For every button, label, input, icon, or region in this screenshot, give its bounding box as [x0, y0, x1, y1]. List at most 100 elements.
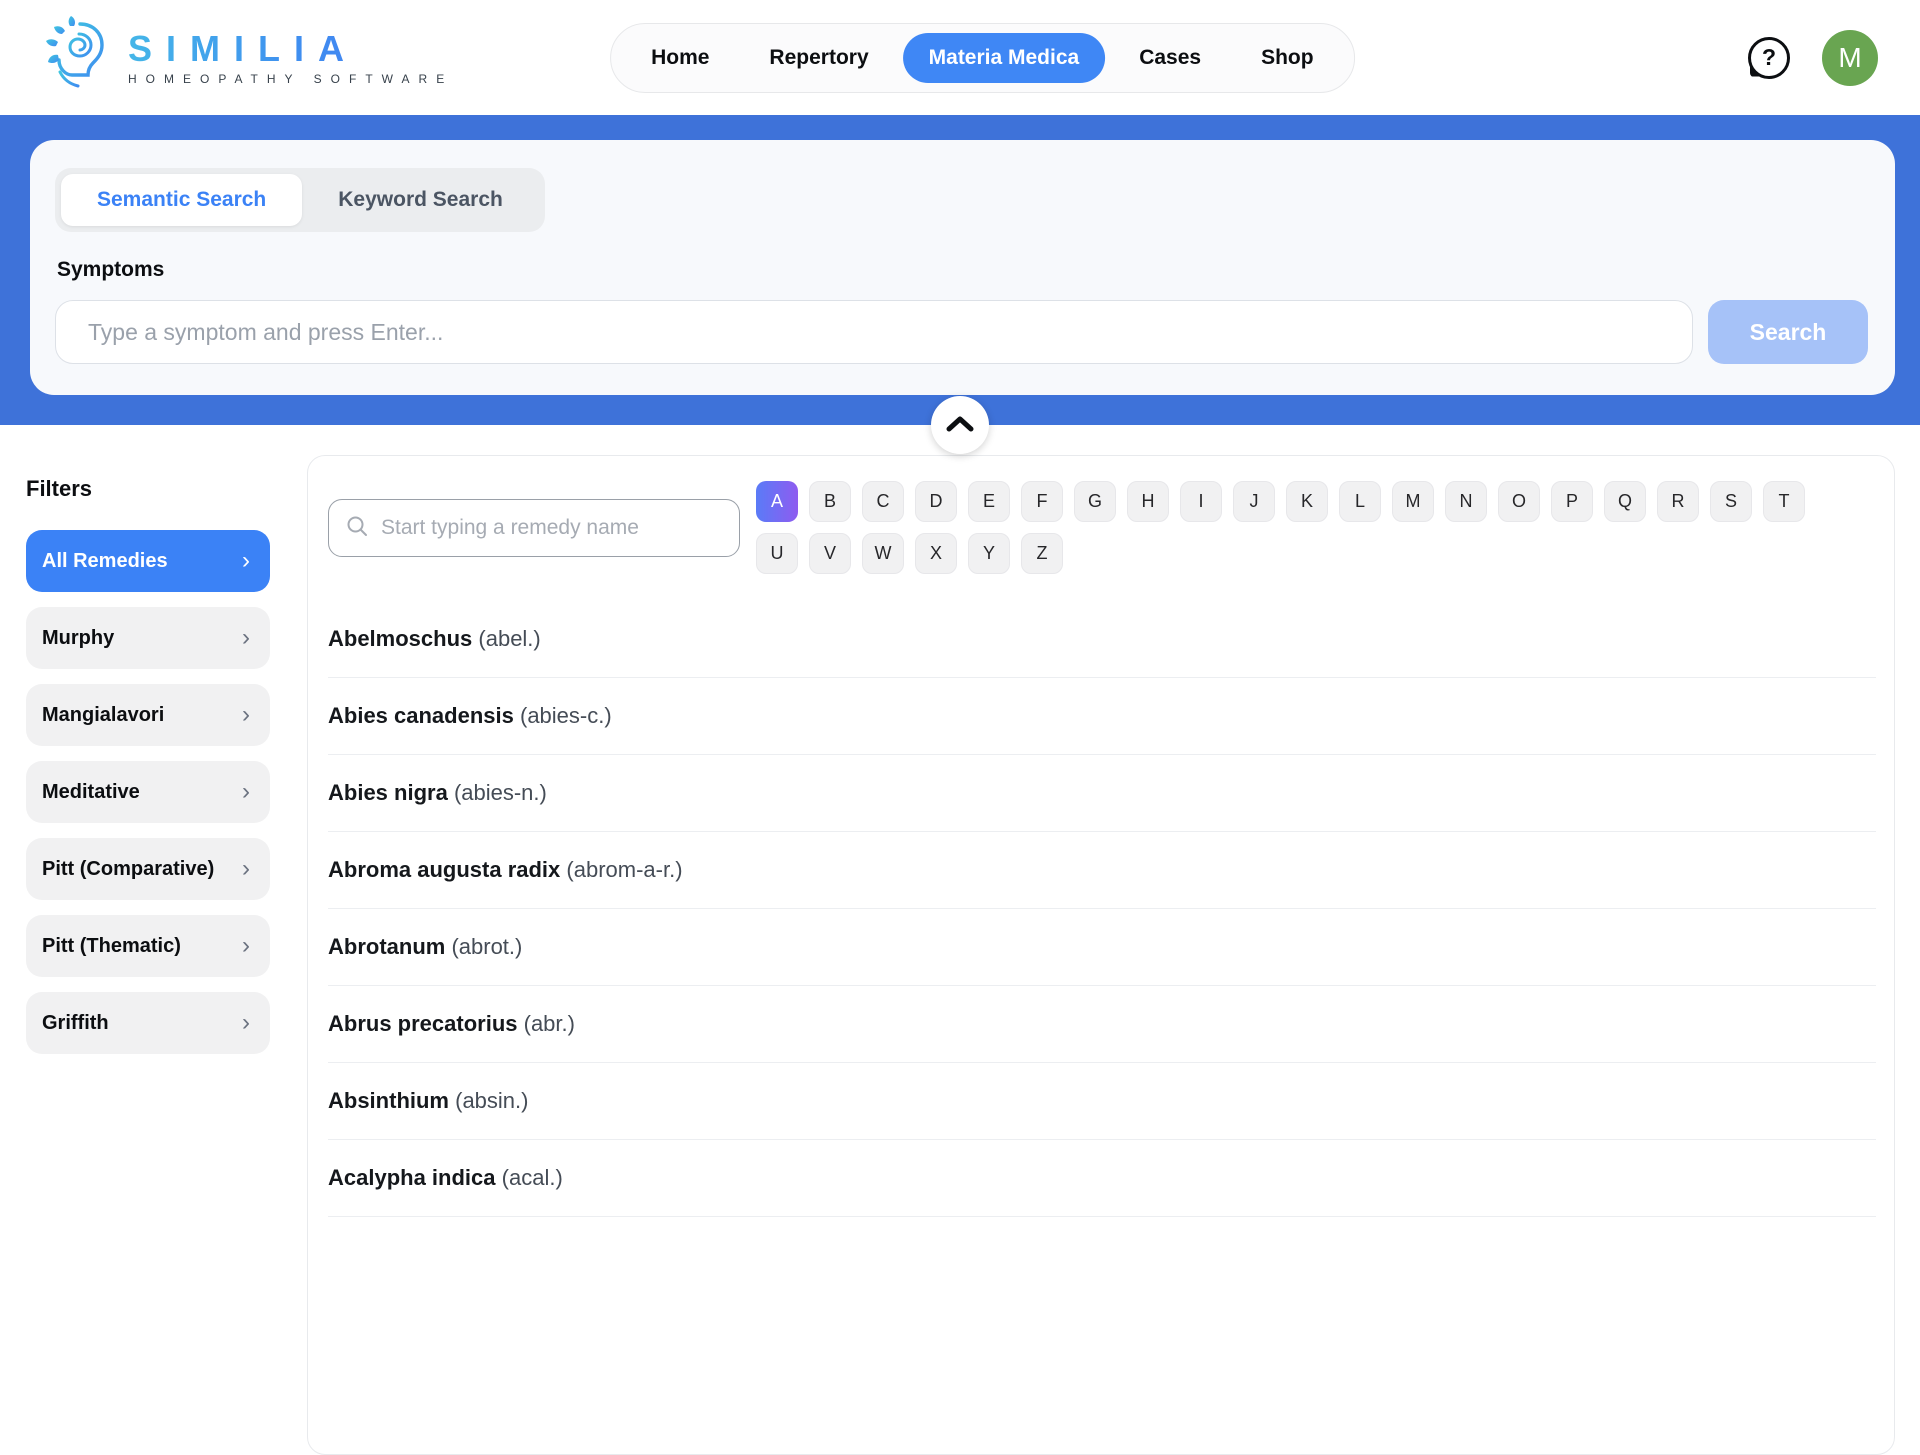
letter-button-l[interactable]: L: [1339, 481, 1381, 522]
letter-button-w[interactable]: W: [862, 533, 904, 574]
chevron-up-icon: [945, 415, 975, 436]
symptom-input[interactable]: [55, 300, 1693, 364]
remedy-abbreviation: (abr.): [524, 1011, 575, 1036]
letter-button-i[interactable]: I: [1180, 481, 1222, 522]
remedy-row-absinthium[interactable]: Absinthium (absin.): [328, 1063, 1876, 1140]
letter-button-p[interactable]: P: [1551, 481, 1593, 522]
filter-item-label: Mangialavori: [42, 704, 164, 727]
filter-item-mangialavori[interactable]: Mangialavori ›: [26, 684, 270, 746]
letter-button-h[interactable]: H: [1127, 481, 1169, 522]
remedy-search-input[interactable]: [381, 516, 723, 540]
filter-item-label: Murphy: [42, 627, 114, 650]
letter-button-s[interactable]: S: [1710, 481, 1752, 522]
letter-button-z[interactable]: Z: [1021, 533, 1063, 574]
letter-button-y[interactable]: Y: [968, 533, 1010, 574]
remedy-row-acalypha-indica[interactable]: Acalypha indica (acal.): [328, 1140, 1876, 1217]
chevron-right-icon: ›: [242, 626, 250, 650]
letter-button-o[interactable]: O: [1498, 481, 1540, 522]
remedy-name: Abrus precatorius: [328, 1011, 518, 1036]
brand-logo-icon: [42, 14, 118, 101]
remedy-search: [328, 499, 740, 557]
nav-item-home[interactable]: Home: [625, 33, 735, 83]
search-panel: Semantic SearchKeyword Search Symptoms S…: [30, 140, 1895, 395]
remedy-abbreviation: (abel.): [478, 626, 540, 651]
letter-button-j[interactable]: J: [1233, 481, 1275, 522]
remedy-row-abelmoschus[interactable]: Abelmoschus (abel.): [328, 601, 1876, 678]
remedy-abbreviation: (acal.): [502, 1165, 563, 1190]
letter-button-e[interactable]: E: [968, 481, 1010, 522]
brand-logo[interactable]: SIMILIA HOMEOPATHY SOFTWARE: [42, 14, 453, 101]
chevron-right-icon: ›: [242, 857, 250, 881]
search-icon: [345, 514, 369, 543]
letter-button-a[interactable]: A: [756, 481, 798, 522]
remedy-name: Abrotanum: [328, 934, 445, 959]
remedy-name: Abies nigra: [328, 780, 448, 805]
letter-button-t[interactable]: T: [1763, 481, 1805, 522]
letter-button-n[interactable]: N: [1445, 481, 1487, 522]
search-banner: Semantic SearchKeyword Search Symptoms S…: [0, 115, 1920, 425]
letter-button-b[interactable]: B: [809, 481, 851, 522]
avatar[interactable]: M: [1822, 30, 1878, 86]
filter-item-all-remedies[interactable]: All Remedies ›: [26, 530, 270, 592]
remedy-name: Acalypha indica: [328, 1165, 496, 1190]
letter-button-q[interactable]: Q: [1604, 481, 1646, 522]
filters-title: Filters: [26, 476, 92, 502]
filter-item-label: All Remedies: [42, 550, 168, 573]
filter-item-murphy[interactable]: Murphy ›: [26, 607, 270, 669]
letter-button-d[interactable]: D: [915, 481, 957, 522]
app-header: SIMILIA HOMEOPATHY SOFTWARE HomeRepertor…: [0, 0, 1920, 115]
letter-button-u[interactable]: U: [756, 533, 798, 574]
remedy-list: Abelmoschus (abel.)Abies canadensis (abi…: [328, 601, 1876, 1217]
remedy-row-abies-nigra[interactable]: Abies nigra (abies-n.): [328, 755, 1876, 832]
letter-button-r[interactable]: R: [1657, 481, 1699, 522]
symptoms-label: Symptoms: [57, 258, 164, 282]
alphabet-filter: ABCDEFGHIJKLMNOPQRST UVWXYZ: [756, 481, 1831, 574]
filter-item-griffith[interactable]: Griffith ›: [26, 992, 270, 1054]
brand-tagline: HOMEOPATHY SOFTWARE: [128, 72, 453, 86]
remedy-row-abies-canadensis[interactable]: Abies canadensis (abies-c.): [328, 678, 1876, 755]
remedy-row-abrus-precatorius[interactable]: Abrus precatorius (abr.): [328, 986, 1876, 1063]
remedy-row-abrotanum[interactable]: Abrotanum (abrot.): [328, 909, 1876, 986]
letter-button-m[interactable]: M: [1392, 481, 1434, 522]
remedy-name: Absinthium: [328, 1088, 449, 1113]
chevron-right-icon: ›: [242, 934, 250, 958]
filters-list: All Remedies›Murphy›Mangialavori›Meditat…: [26, 530, 270, 1054]
remedy-row-abroma-augusta-radix[interactable]: Abroma augusta radix (abrom-a-r.): [328, 832, 1876, 909]
remedy-name: Abelmoschus: [328, 626, 472, 651]
remedy-abbreviation: (abies-n.): [454, 780, 547, 805]
letter-button-k[interactable]: K: [1286, 481, 1328, 522]
chevron-right-icon: ›: [242, 703, 250, 727]
remedy-abbreviation: (absin.): [455, 1088, 528, 1113]
header-actions: ? M: [1748, 30, 1878, 86]
remedy-browser-panel: ABCDEFGHIJKLMNOPQRST UVWXYZ Abelmoschus (…: [307, 455, 1895, 1455]
nav-item-repertory[interactable]: Repertory: [743, 33, 894, 83]
filter-item-label: Pitt (Thematic): [42, 935, 181, 958]
tab-semantic-search[interactable]: Semantic Search: [61, 174, 302, 226]
tab-keyword-search[interactable]: Keyword Search: [302, 174, 539, 226]
chevron-right-icon: ›: [242, 780, 250, 804]
brand-name: SIMILIA: [128, 29, 453, 69]
filter-item-pitt-comparative[interactable]: Pitt (Comparative)›: [26, 838, 270, 900]
help-icon[interactable]: ?: [1748, 37, 1790, 79]
chevron-right-icon: ›: [242, 549, 250, 573]
nav-item-materia-medica[interactable]: Materia Medica: [903, 33, 1106, 83]
remedy-abbreviation: (abies-c.): [520, 703, 612, 728]
letter-button-f[interactable]: F: [1021, 481, 1063, 522]
remedy-name: Abies canadensis: [328, 703, 514, 728]
search-button[interactable]: Search: [1708, 300, 1868, 364]
letter-button-g[interactable]: G: [1074, 481, 1116, 522]
letter-button-x[interactable]: X: [915, 533, 957, 574]
letter-button-c[interactable]: C: [862, 481, 904, 522]
filter-item-label: Griffith: [42, 1012, 109, 1035]
nav-item-shop[interactable]: Shop: [1235, 33, 1340, 83]
chevron-right-icon: ›: [242, 1011, 250, 1035]
nav-item-cases[interactable]: Cases: [1113, 33, 1227, 83]
filter-item-pitt-thematic[interactable]: Pitt (Thematic) ›: [26, 915, 270, 977]
letter-button-v[interactable]: V: [809, 533, 851, 574]
filter-item-label: Meditative: [42, 781, 140, 804]
remedy-abbreviation: (abrom-a-r.): [566, 857, 682, 882]
remedy-name: Abroma augusta radix: [328, 857, 560, 882]
search-mode-tabs: Semantic SearchKeyword Search: [55, 168, 545, 232]
filter-item-meditative[interactable]: Meditative ›: [26, 761, 270, 823]
collapse-search-button[interactable]: [931, 396, 989, 454]
